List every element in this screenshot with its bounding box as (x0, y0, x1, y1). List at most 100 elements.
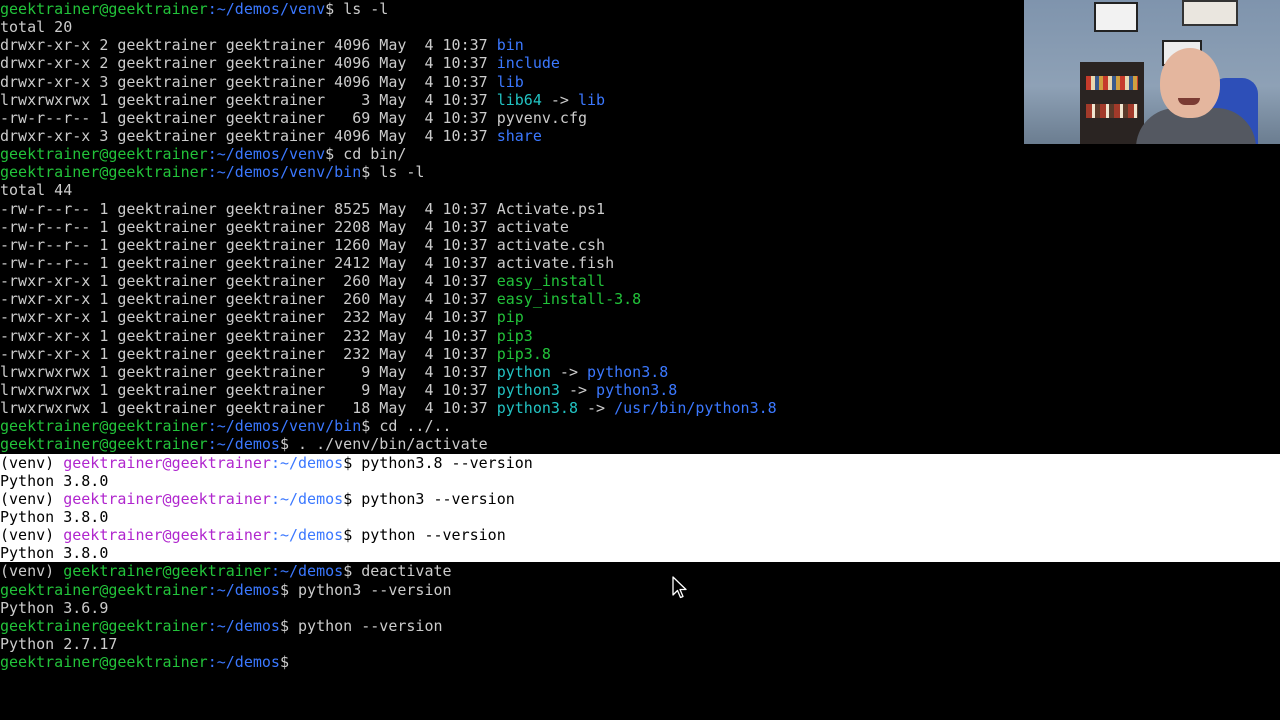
command-text: . ./venv/bin/activate (298, 435, 488, 454)
symlink-target: python3.8 (587, 362, 669, 381)
prompt-line: geektrainer@geektrainer:~/demos$ python3… (0, 581, 1280, 599)
output-line: -rwxr-xr-x 1 geektrainer geektrainer 260… (0, 272, 1280, 290)
wall-frame-right (1182, 0, 1238, 26)
command-text: deactivate (361, 562, 452, 581)
prompt-symbol: $ (361, 163, 380, 182)
output-line: -rw-r--r-- 1 geektrainer geektrainer 241… (0, 254, 1280, 272)
prompt-line: (venv) geektrainer@geektrainer:~/demos$ … (0, 489, 1280, 508)
output-text: Python 3.8.0 (0, 544, 109, 563)
file-name: python3.8 (496, 399, 578, 418)
file-name: share (496, 126, 542, 145)
output-line: lrwxrwxrwx 1 geektrainer geektrainer 9 M… (0, 363, 1280, 381)
prompt-symbol: $ (361, 417, 380, 436)
command-text: python3 --version (361, 489, 515, 508)
file-attributes: drwxr-xr-x 3 geektrainer geektrainer 409… (0, 126, 497, 145)
symlink-arrow: -> (577, 399, 615, 418)
output-line: total 44 (0, 181, 1280, 199)
prompt-line: (venv) geektrainer@geektrainer:~/demos$ … (0, 526, 1280, 545)
file-name: python (496, 362, 551, 381)
file-attributes: drwxr-xr-x 2 geektrainer geektrainer 409… (0, 54, 497, 73)
bookshelf (1080, 62, 1144, 144)
prompt-user: geektrainer@geektrainer (0, 653, 208, 672)
command-text: python3.8 --version (361, 453, 533, 472)
output-text: Python 2.7.17 (0, 634, 118, 653)
prompt-symbol: $ (343, 526, 362, 545)
command-text: python3 --version (298, 580, 452, 599)
file-name: lib64 (496, 90, 542, 109)
symlink-arrow: -> (550, 362, 588, 381)
prompt-symbol: $ (279, 653, 299, 672)
prompt-line: geektrainer@geektrainer:~/demos$ . ./ven… (0, 435, 1280, 453)
output-line: Python 3.8.0 (0, 544, 1280, 563)
presenter-mouth (1178, 98, 1200, 105)
command-text: ls -l (343, 0, 389, 18)
file-attributes: -rw-r--r-- 1 geektrainer geektrainer 126… (0, 235, 497, 254)
prompt-path: :~/demos (207, 616, 280, 635)
file-attributes: -rwxr-xr-x 1 geektrainer geektrainer 232… (0, 326, 497, 345)
file-name: include (496, 54, 560, 73)
file-name: lib (496, 72, 524, 91)
prompt-path: :~/demos (207, 580, 280, 599)
prompt-user: geektrainer@geektrainer (0, 163, 208, 182)
file-attributes: -rwxr-xr-x 1 geektrainer geektrainer 232… (0, 308, 497, 327)
prompt-user: geektrainer@geektrainer (0, 145, 208, 164)
prompt-symbol: $ (343, 489, 362, 508)
file-attributes: lrwxrwxrwx 1 geektrainer geektrainer 9 M… (0, 362, 497, 381)
output-text: Python 3.6.9 (0, 598, 109, 617)
file-name: pip3 (496, 326, 533, 345)
command-text: python --version (298, 616, 443, 635)
file-attributes: -rw-r--r-- 1 geektrainer geektrainer 220… (0, 217, 497, 236)
prompt-path: :~/demos (270, 489, 344, 508)
webcam-overlay (1024, 0, 1280, 144)
venv-indicator: (venv) (0, 526, 64, 545)
output-text: total 44 (0, 181, 73, 200)
prompt-user: geektrainer@geektrainer (0, 417, 208, 436)
file-name: python3 (496, 380, 560, 399)
venv-indicator: (venv) (0, 453, 64, 472)
file-attributes: drwxr-xr-x 2 geektrainer geektrainer 409… (0, 36, 497, 55)
file-attributes: -rwxr-xr-x 1 geektrainer geektrainer 232… (0, 344, 497, 363)
prompt-line: geektrainer@geektrainer:~/demos/venv$ cd… (0, 145, 1280, 163)
prompt-symbol: $ (343, 562, 362, 581)
file-name: pip (496, 308, 524, 327)
output-line: lrwxrwxrwx 1 geektrainer geektrainer 9 M… (0, 381, 1280, 399)
prompt-path: :~/demos/venv/bin (207, 417, 362, 436)
symlink-target: lib (577, 90, 606, 109)
prompt-line: geektrainer@geektrainer:~/demos$ python … (0, 617, 1280, 635)
output-line: Python 3.8.0 (0, 507, 1280, 527)
file-name: easy_install-3.8 (496, 290, 642, 309)
file-attributes: -rw-r--r-- 1 geektrainer geektrainer 241… (0, 253, 497, 272)
prompt-user: geektrainer@geektrainer (63, 489, 271, 508)
prompt-path: :~/demos (270, 526, 344, 545)
mouse-pointer-icon (672, 576, 687, 599)
output-line: -rwxr-xr-x 1 geektrainer geektrainer 260… (0, 290, 1280, 308)
prompt-path: :~/demos (270, 562, 344, 581)
prompt-line: geektrainer@geektrainer:~/demos/venv/bin… (0, 417, 1280, 435)
file-name: Activate.ps1 (496, 199, 606, 218)
prompt-symbol: $ (325, 145, 344, 164)
file-attributes: -rwxr-xr-x 1 geektrainer geektrainer 260… (0, 272, 497, 291)
file-attributes: -rw-r--r-- 1 geektrainer geektrainer 69 … (0, 108, 497, 127)
prompt-user: geektrainer@geektrainer (0, 580, 208, 599)
prompt-symbol: $ (325, 0, 344, 18)
file-name: activate.fish (496, 253, 615, 272)
command-text: python --version (361, 526, 506, 545)
output-line: Python 3.8.0 (0, 471, 1280, 490)
file-name: pip3.8 (496, 344, 551, 363)
bookshelf-books-bottom (1086, 104, 1138, 118)
command-text: cd ../.. (379, 417, 452, 436)
prompt-user: geektrainer@geektrainer (0, 435, 208, 454)
venv-indicator: (venv) (0, 562, 64, 581)
prompt-user: geektrainer@geektrainer (63, 526, 271, 545)
prompt-path: :~/demos/venv (207, 145, 326, 164)
output-line: -rwxr-xr-x 1 geektrainer geektrainer 232… (0, 308, 1280, 326)
file-name: pyvenv.cfg (496, 108, 588, 127)
output-line: -rw-r--r-- 1 geektrainer geektrainer 220… (0, 218, 1280, 236)
output-text: Python 3.8.0 (0, 471, 109, 490)
file-attributes: drwxr-xr-x 3 geektrainer geektrainer 409… (0, 72, 497, 91)
symlink-arrow: -> (541, 90, 578, 109)
output-text: total 20 (0, 18, 73, 37)
output-line: -rw-r--r-- 1 geektrainer geektrainer 852… (0, 200, 1280, 218)
wall-frame-left (1094, 2, 1138, 32)
file-attributes: lrwxrwxrwx 1 geektrainer geektrainer 3 M… (0, 90, 497, 109)
